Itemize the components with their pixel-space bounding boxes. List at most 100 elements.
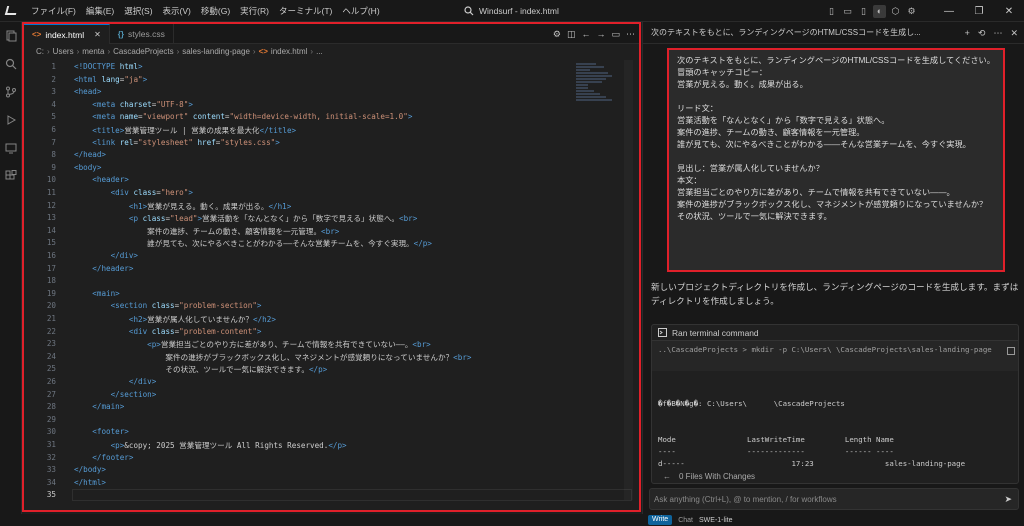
code-line[interactable]: 案件の進捗がブラックボックス化し、マネジメントが感覚頼りになっていませんか？<b… (74, 352, 471, 363)
copy-icon[interactable] (1007, 347, 1015, 355)
tab-styles-css[interactable]: {} styles.css (110, 24, 174, 44)
menu-selection[interactable]: 選択(S) (119, 0, 157, 22)
user-message-text: 次のテキストをもとに、ランディングページのHTML/CSSコードを生成してくださ… (677, 56, 995, 221)
code-line[interactable]: 案件の進捗、チームの動き、顧客情報を一元管理。<br> (74, 226, 339, 237)
split-editor-icon[interactable]: ◫ (567, 29, 576, 40)
go-forward-icon[interactable]: → (596, 29, 605, 39)
code-line[interactable]: <head> (74, 87, 101, 96)
settings-gear-icon[interactable]: ⚙ (553, 29, 561, 40)
breadcrumb-item[interactable]: sales-landing-page (182, 47, 250, 56)
menu-run[interactable]: 実行(R) (235, 0, 274, 22)
conversation-title[interactable]: 次のテキストをもとに、ランディングページのHTML/CSSコードを生成し... (651, 27, 921, 38)
breadcrumb-item[interactable]: Users (53, 47, 74, 56)
breadcrumb-item[interactable]: C: (36, 47, 44, 56)
menu-edit[interactable]: 編集(E) (81, 0, 119, 22)
menu-terminal[interactable]: ターミナル(T) (274, 0, 337, 22)
run-debug-icon[interactable] (0, 106, 22, 134)
explorer-icon[interactable] (0, 22, 22, 50)
windsurf-status-icon[interactable]: ⬡ (889, 5, 902, 18)
terminal-header[interactable]: Ran terminal command (652, 325, 1018, 341)
arrow-left-icon[interactable]: ← (663, 472, 671, 481)
files-changed-bar[interactable]: ← 0 Files With Changes (651, 469, 1019, 483)
code-line[interactable]: <div class="problem-content"> (74, 327, 262, 336)
breadcrumb-item[interactable]: menta (82, 47, 104, 56)
go-back-icon[interactable]: ← (581, 29, 590, 39)
write-mode-button[interactable]: Write (648, 515, 673, 525)
vertical-scrollbar[interactable] (624, 60, 633, 500)
send-icon[interactable]: ➤ (1004, 494, 1012, 505)
code-line[interactable]: <p>営業担当ごとのやり方に差があり、チームで情報を共有できていない——。<br… (74, 339, 431, 350)
code-line[interactable]: <p>&copy; 2025 営業管理ツール All Rights Reserv… (74, 440, 347, 451)
code-line[interactable]: <header> (74, 175, 129, 184)
chevron-right-icon: › (310, 46, 314, 56)
remote-explorer-icon[interactable] (0, 134, 22, 162)
minimize-button[interactable]: — (934, 0, 964, 22)
line-number: 26 (46, 377, 56, 386)
line-number: 17 (46, 263, 56, 273)
code-line[interactable]: </div> (74, 377, 156, 386)
menu-help[interactable]: ヘルプ(H) (337, 0, 384, 22)
close-tab-icon[interactable]: ✕ (94, 30, 101, 39)
code-line[interactable]: <h2>営業が属人化していませんか？</h2> (74, 314, 276, 325)
menu-view[interactable]: 表示(V) (158, 0, 196, 22)
terminal-command-block: Ran terminal command ..\CascadeProjects … (651, 324, 1019, 484)
new-chat-icon[interactable]: + (965, 28, 970, 38)
line-number: 2 (51, 74, 56, 84)
code-line[interactable]: その状況、ツールで一気に解決できます。</p> (74, 364, 327, 375)
code-line[interactable]: </div> (74, 251, 138, 260)
code-line[interactable]: 誰が見ても、次にやるべきことがわかる——そんな営業チームを、今すぐ実現。</p> (74, 238, 432, 249)
code-line[interactable]: <!DOCTYPE html> (74, 62, 143, 71)
code-line[interactable]: </body> (74, 465, 106, 474)
breadcrumb-item[interactable]: index.html (271, 47, 307, 56)
search-icon[interactable] (0, 50, 22, 78)
code-line[interactable]: <section class="problem-section"> (74, 301, 262, 310)
code-line[interactable]: </header> (74, 264, 133, 273)
chevron-right-icon: › (76, 46, 80, 56)
code-line[interactable]: </section> (74, 390, 157, 399)
toggle-panel-icon[interactable]: ▭ (841, 5, 854, 18)
breadcrumb-item[interactable]: ... (316, 47, 323, 56)
menu-go[interactable]: 移動(G) (196, 0, 235, 22)
code-line[interactable]: <footer> (74, 427, 129, 436)
cascade-icon[interactable]: ◐ (873, 4, 886, 18)
code-line[interactable]: <main> (74, 289, 119, 298)
settings-gear-icon[interactable]: ⚙ (905, 5, 918, 18)
code-line[interactable]: <title>営業管理ツール | 営業の成果を最大化</title> (74, 125, 296, 136)
breadcrumb-item[interactable]: CascadeProjects (113, 47, 173, 56)
code-editor[interactable]: 1 <!DOCTYPE html> 2 <html lang="ja"> 3 <head>… (24, 60, 639, 510)
close-button[interactable]: ✕ (994, 0, 1024, 22)
command-center[interactable]: Windsurf - index.html (464, 3, 559, 19)
code-line[interactable]: <h1>営業が見える。動く。成果が出る。</h1> (74, 201, 291, 212)
line-number: 27 (46, 389, 56, 399)
code-line[interactable]: <meta charset="UTF-8"> (74, 100, 193, 109)
code-line[interactable]: <link rel="stylesheet" href="styles.css"… (74, 138, 280, 147)
line-number: 28 (46, 402, 56, 412)
menu-file[interactable]: ファイル(F) (26, 0, 81, 22)
chat-input[interactable]: Ask anything (Ctrl+L), @ to mention, / f… (649, 488, 1019, 510)
toggle-sidebar-icon[interactable]: ▯ (825, 5, 838, 18)
search-icon (464, 6, 474, 16)
toggle-secondary-sidebar-icon[interactable]: ▯ (857, 5, 870, 18)
code-line[interactable]: <p class="lead">営業活動を「なんとなく」から「数字で見える」状態… (74, 213, 417, 224)
chat-mode-button[interactable]: Chat (678, 517, 693, 524)
source-control-icon[interactable] (0, 78, 22, 106)
more-icon[interactable]: ⋯ (993, 28, 1002, 39)
code-line[interactable]: <html lang="ja"> (74, 75, 147, 84)
close-panel-icon[interactable]: ✕ (1010, 28, 1018, 39)
code-line[interactable]: </main> (74, 402, 124, 411)
more-actions-icon[interactable]: ⋯ (626, 29, 635, 40)
code-line[interactable]: <meta name="viewport" content="width=dev… (74, 112, 412, 121)
line-number: 34 (46, 477, 56, 487)
code-line[interactable]: </head> (74, 150, 106, 159)
extensions-icon[interactable] (0, 162, 22, 190)
code-line[interactable]: </footer> (74, 453, 133, 462)
history-icon[interactable]: ⟲ (978, 28, 986, 39)
code-line[interactable]: </html> (74, 478, 106, 487)
code-line[interactable]: <body> (74, 163, 101, 172)
tab-index-html[interactable]: <> index.html ✕ (24, 24, 110, 44)
model-selector[interactable]: SWE-1-lite (699, 517, 732, 524)
maximize-button[interactable]: ❐ (964, 0, 994, 22)
minimap[interactable] (576, 62, 616, 122)
layout-icon[interactable]: ▭ (611, 29, 620, 40)
code-line[interactable]: <div class="hero"> (74, 188, 193, 197)
